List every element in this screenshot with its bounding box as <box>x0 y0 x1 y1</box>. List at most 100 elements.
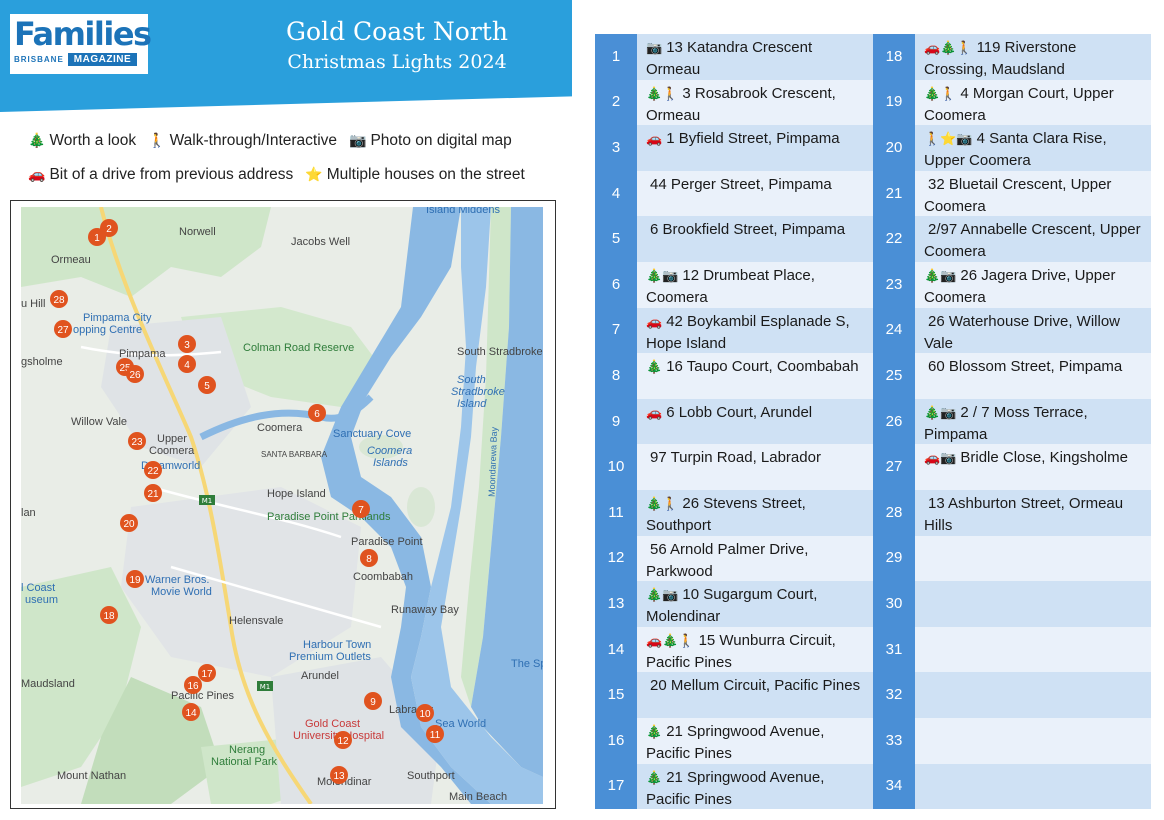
row-address: 🎄 21 Springwood Avenue, Pacific Pines <box>637 763 873 810</box>
table-row: 18 🚗🎄🚶 119 Riverstone Crossing, Maudsland <box>873 34 1151 80</box>
place-label: l Coast <box>21 582 55 594</box>
place-label: National Park <box>211 756 278 768</box>
svg-text:17: 17 <box>201 669 213 680</box>
row-icons: 🚗🎄🚶 <box>924 41 973 56</box>
row-number: 11 <box>595 489 637 536</box>
row-number: 13 <box>595 581 637 627</box>
map-pin-10[interactable]: 10 <box>416 704 434 722</box>
star-icon: ⭐ <box>305 167 323 183</box>
map-pin-8[interactable]: 8 <box>360 549 378 567</box>
row-number: 7 <box>595 307 637 354</box>
row-number: 20 <box>873 125 915 171</box>
m1-shield-label: M1 <box>202 497 213 505</box>
map-pin-9[interactable]: 9 <box>364 692 382 710</box>
place-label: Arundel <box>301 670 339 682</box>
svg-text:22: 22 <box>147 466 159 477</box>
row-number: 12 <box>595 535 637 582</box>
row-number: 19 <box>873 79 915 126</box>
map-pin-6[interactable]: 6 <box>308 404 326 422</box>
row-address: 20 Mellum Circuit, Pacific Pines <box>637 672 873 718</box>
place-label: Colman Road Reserve <box>243 342 354 354</box>
row-address: 🎄📷 12 Drumbeat Place, Coomera <box>637 261 873 308</box>
table-row: 27 🚗📷 Bridle Close, Kingsholme <box>873 444 1151 490</box>
row-address <box>915 581 1151 627</box>
svg-text:14: 14 <box>185 708 197 719</box>
row-number: 16 <box>595 717 637 764</box>
row-icons: 🎄🚶 <box>924 86 957 102</box>
place-label: Hope Island <box>267 488 326 500</box>
row-number: 3 <box>595 125 637 171</box>
legend-label: Multiple houses on the street <box>326 166 525 183</box>
svg-text:10: 10 <box>419 709 431 720</box>
row-address-text: 26 Waterhouse Drive, Willow Vale <box>924 312 1121 352</box>
svg-text:11: 11 <box>430 730 441 741</box>
map-pin-27[interactable]: 27 <box>54 320 72 338</box>
place-label: SANTA BARBARA <box>261 450 328 459</box>
map-pin-26[interactable]: 26 <box>126 365 144 383</box>
map-pin-23[interactable]: 23 <box>128 432 146 450</box>
row-address: 🎄📷 26 Jagera Drive, Upper Coomera <box>915 261 1151 308</box>
row-address-text: 13 Ashburton Street, Ormeau Hills <box>924 494 1124 534</box>
table-row: 28 13 Ashburton Street, Ormeau Hills <box>873 489 1151 536</box>
legend-row-2: 🚗 Bit of a drive from previous address ⭐… <box>28 158 568 192</box>
svg-text:1: 1 <box>94 233 100 244</box>
map-canvas[interactable]: M1 M1 Island Middens Norwell Jacobs Well… <box>21 207 543 804</box>
table-row: 13 🎄📷 10 Sugargum Court, Molendinar <box>595 581 873 627</box>
table-row: 11 🎄🚶 26 Stevens Street, Southport <box>595 489 873 536</box>
map-pin-7[interactable]: 7 <box>352 500 370 518</box>
row-number: 5 <box>595 216 637 262</box>
table-row: 24 26 Waterhouse Drive, Willow Vale <box>873 307 1151 354</box>
address-table: 1 📷 13 Katandra Crescent Ormeau 2 🎄🚶 3 Rosabr… <box>595 34 1152 810</box>
row-number: 31 <box>873 626 915 673</box>
svg-text:28: 28 <box>53 295 65 306</box>
map-pin-22[interactable]: 22 <box>144 461 162 479</box>
map-pin-2[interactable]: 2 <box>100 219 118 237</box>
map-pin-4[interactable]: 4 <box>178 355 196 373</box>
map-pin-16[interactable]: 16 <box>184 676 202 694</box>
map-pin-20[interactable]: 20 <box>120 514 138 532</box>
place-label: Upper <box>157 433 187 445</box>
row-address: 🚗 6 Lobb Court, Arundel <box>637 398 873 445</box>
svg-text:5: 5 <box>204 381 210 392</box>
families-logo[interactable]: Families BRISBANE MAGAZINE <box>10 14 152 74</box>
row-address <box>915 626 1151 673</box>
row-icons: 🎄📷 <box>646 268 679 284</box>
row-number: 32 <box>873 672 915 718</box>
page-title: Gold Coast North Christmas Lights 2024 <box>222 16 572 76</box>
row-number: 17 <box>595 763 637 810</box>
map-pin-19[interactable]: 19 <box>126 570 144 588</box>
map-pin-5[interactable]: 5 <box>198 376 216 394</box>
row-address: 60 Blossom Street, Pimpama <box>915 353 1151 399</box>
place-label: Helensvale <box>229 615 283 627</box>
svg-text:12: 12 <box>337 736 349 747</box>
place-label: Pimpama City <box>83 312 152 324</box>
row-number: 33 <box>873 717 915 764</box>
map-pin-12[interactable]: 12 <box>334 731 352 749</box>
map-pin-14[interactable]: 14 <box>182 703 200 721</box>
map-pin-18[interactable]: 18 <box>100 606 118 624</box>
row-address: 44 Perger Street, Pimpama <box>637 170 873 217</box>
map[interactable]: M1 M1 Island Middens Norwell Jacobs Well… <box>21 207 543 804</box>
row-address: 🎄🚶 26 Stevens Street, Southport <box>637 489 873 536</box>
place-label: South Stradbroke <box>457 346 543 358</box>
place-label: Islands <box>373 457 408 469</box>
map-pin-21[interactable]: 21 <box>144 484 162 502</box>
svg-text:7: 7 <box>358 505 364 516</box>
map-pin-13[interactable]: 13 <box>330 766 348 784</box>
row-number: 14 <box>595 626 637 673</box>
svg-text:23: 23 <box>131 437 143 448</box>
map-pin-11[interactable]: 11 <box>426 725 444 743</box>
logo-magazine: MAGAZINE <box>67 53 138 66</box>
map-pin-17[interactable]: 17 <box>198 664 216 682</box>
walking-person-icon: 🚶 <box>148 133 166 149</box>
row-number: 22 <box>873 216 915 262</box>
row-number: 2 <box>595 79 637 126</box>
place-label: Coomera <box>149 445 195 457</box>
row-address: 🎄 21 Springwood Avenue, Pacific Pines <box>637 717 873 764</box>
row-number: 30 <box>873 581 915 627</box>
row-icons: 🎄 <box>646 360 663 376</box>
svg-text:16: 16 <box>187 681 199 692</box>
row-icons: 🚶⭐📷 <box>924 132 973 148</box>
map-pin-3[interactable]: 3 <box>178 335 196 353</box>
map-pin-28[interactable]: 28 <box>50 290 68 308</box>
